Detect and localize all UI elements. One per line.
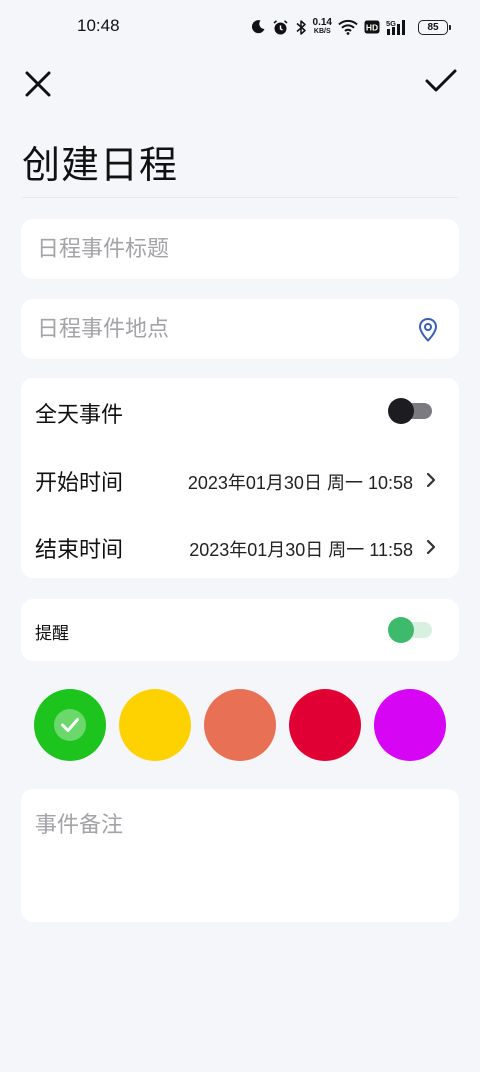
chevron-right-icon <box>426 539 436 555</box>
wifi-icon <box>338 19 358 35</box>
svg-text:5G: 5G <box>386 19 396 28</box>
end-time-label: 结束时间 <box>35 538 124 563</box>
bluetooth-icon <box>296 19 306 35</box>
status-bar: 10:48 0.14 KB/S HD 5G 85 <box>0 0 480 56</box>
color-swatch-orange[interactable] <box>204 689 276 761</box>
end-time-value: 2023年01月30日 周一 11:58 <box>189 540 413 560</box>
event-title-card <box>21 219 459 279</box>
hd-icon: HD <box>364 20 380 34</box>
color-picker <box>34 689 446 763</box>
close-button[interactable] <box>22 68 54 100</box>
battery-icon: 85 <box>418 19 451 35</box>
time-settings-card: 全天事件 开始时间 2023年01月30日 周一 10:58 结束时间 2023… <box>21 378 459 578</box>
toggle-thumb <box>388 398 414 424</box>
page-title: 创建日程 <box>22 143 179 187</box>
location-pin-icon[interactable] <box>417 317 439 343</box>
color-swatch-yellow[interactable] <box>119 689 191 761</box>
net-speed: 0.14 KB/S <box>313 18 332 36</box>
event-note-card <box>21 789 459 922</box>
svg-text:HD: HD <box>366 23 378 33</box>
status-time: 10:48 <box>77 16 120 35</box>
signal-icon: 5G <box>386 19 405 35</box>
end-time-row[interactable]: 结束时间 2023年01月30日 周一 11:58 <box>21 513 459 579</box>
alarm-icon <box>273 19 288 34</box>
all-day-toggle[interactable] <box>388 398 432 424</box>
start-time-label: 开始时间 <box>35 471 124 496</box>
event-title-input[interactable] <box>37 233 437 265</box>
event-location-card <box>21 299 459 359</box>
moon-icon <box>251 20 265 34</box>
chevron-right-icon <box>426 472 436 488</box>
start-time-value: 2023年01月30日 周一 10:58 <box>187 473 413 493</box>
net-speed-value: 0.14 <box>312 17 332 28</box>
start-time-row[interactable]: 开始时间 2023年01月30日 周一 10:58 <box>21 446 459 512</box>
confirm-button[interactable] <box>422 64 460 98</box>
reminder-card: 提醒 <box>21 599 459 661</box>
all-day-row: 全天事件 <box>21 378 459 444</box>
all-day-label: 全天事件 <box>35 403 124 428</box>
toggle-thumb <box>388 617 414 643</box>
reminder-label: 提醒 <box>35 624 69 644</box>
color-swatch-green[interactable] <box>34 689 106 761</box>
reminder-toggle[interactable] <box>388 617 432 643</box>
net-speed-unit: KB/S <box>313 28 331 35</box>
battery-level: 85 <box>427 21 439 33</box>
close-icon <box>25 71 51 97</box>
event-note-input[interactable] <box>35 807 445 907</box>
check-icon <box>425 69 457 92</box>
selected-check <box>54 709 86 741</box>
divider <box>22 197 458 198</box>
status-icons: 0.14 KB/S HD 5G 85 <box>250 16 451 38</box>
check-icon <box>61 718 79 732</box>
event-location-input[interactable] <box>37 313 407 345</box>
color-swatch-red[interactable] <box>289 689 361 761</box>
color-swatch-purple[interactable] <box>374 689 446 761</box>
